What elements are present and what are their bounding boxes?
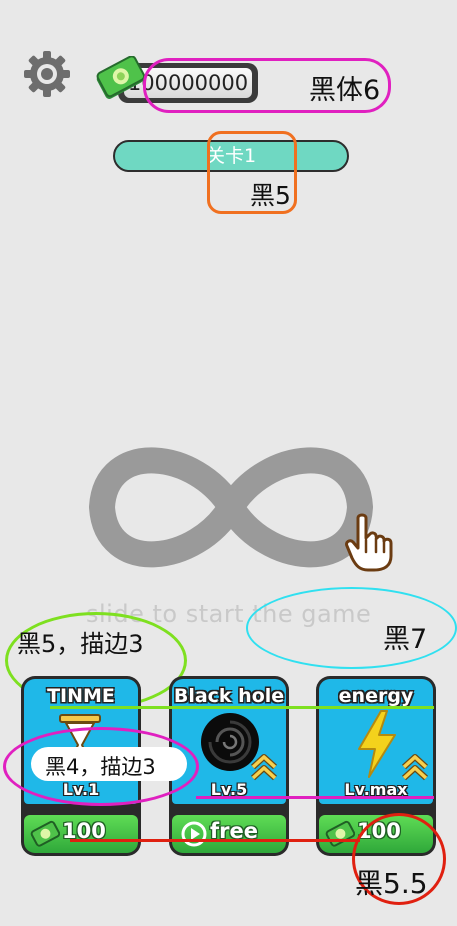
card-panel: Black hole Lv.5 (172, 679, 286, 804)
card-title: energy (338, 685, 414, 707)
free-upgrade-button[interactable]: free (172, 815, 286, 853)
upgrade-arrows-icon (401, 754, 429, 781)
lightning-bolt-icon (358, 710, 396, 778)
money-icon (30, 820, 60, 847)
play-icon (181, 821, 207, 847)
annotation-line-title (50, 706, 434, 709)
infinity-swipe-track[interactable] (86, 430, 376, 585)
annotation-card-title-font: 黑5，描边3 (17, 630, 144, 658)
annotation-level-font: 黑5 (250, 181, 291, 210)
annotation-card-level-font: 黑4，描边3 (45, 755, 156, 779)
upgrade-arrows-icon (250, 754, 278, 781)
annotation-money-font: 黑体6 (309, 75, 381, 106)
annotation-line-button (70, 839, 360, 842)
hand-pointer-icon (344, 512, 400, 574)
money-icon (325, 820, 355, 847)
card-title: Black hole (173, 685, 285, 707)
money-icon (95, 55, 146, 102)
card-panel: energy Lv.max (319, 679, 433, 804)
upgrade-button[interactable]: 100 (24, 815, 138, 853)
annotation-hint-font: 黑7 (383, 624, 428, 655)
annotation-line-level (196, 796, 434, 799)
settings-gear-icon[interactable] (22, 49, 72, 99)
annotation-button-font: 黑5.5 (355, 867, 428, 900)
card-title: TINME (47, 685, 115, 707)
